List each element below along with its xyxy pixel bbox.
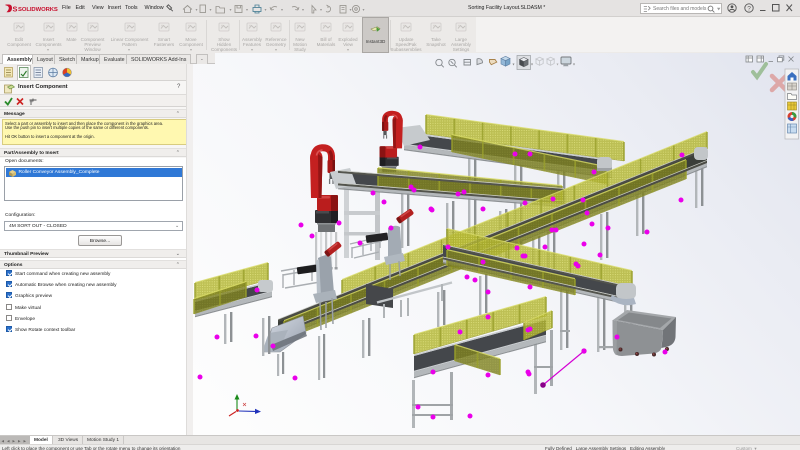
svg-text:▾: ▾ [531,62,533,67]
svg-text:▾: ▾ [557,62,559,67]
svg-text:▾: ▾ [302,7,304,12]
svg-text:▾: ▾ [246,7,248,12]
svg-text:▾: ▾ [320,7,322,12]
svg-text:▾: ▾ [350,7,352,12]
svg-text:▾: ▾ [363,7,365,12]
svg-text:?: ? [747,5,751,12]
svg-text:▾: ▾ [210,7,212,12]
svg-text:▾: ▾ [573,62,575,67]
svg-text:▾: ▾ [230,7,232,12]
svg-text:▾: ▾ [196,7,198,12]
svg-text:▾: ▾ [265,7,267,12]
svg-text:▾: ▾ [513,62,515,67]
svg-text:▾: ▾ [281,7,283,12]
